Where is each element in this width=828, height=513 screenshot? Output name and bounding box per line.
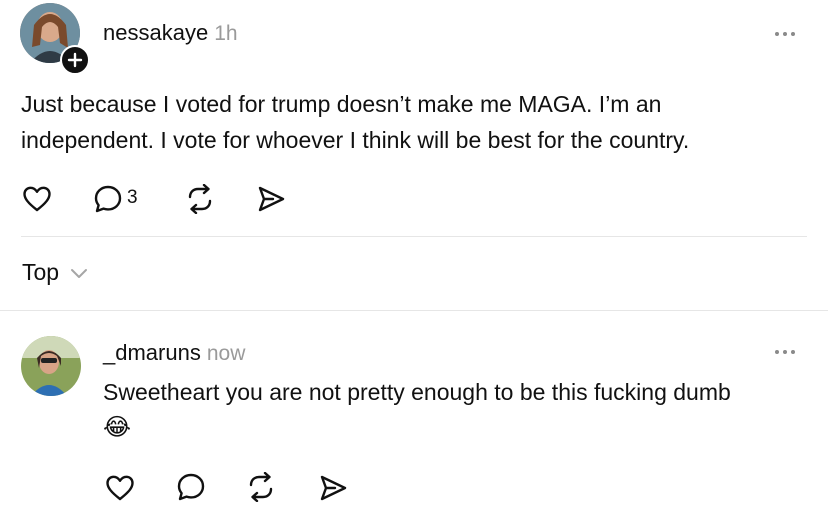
share-icon[interactable] bbox=[318, 474, 348, 502]
reply-more-icon[interactable] bbox=[775, 350, 795, 354]
divider bbox=[0, 310, 828, 311]
post-timestamp: 1h bbox=[214, 22, 238, 45]
like-icon[interactable] bbox=[105, 474, 135, 502]
repost-icon[interactable] bbox=[184, 184, 216, 214]
post-text-line-1: Just because I voted for trump doesn’t m… bbox=[21, 91, 662, 117]
sort-dropdown[interactable]: Top bbox=[22, 259, 89, 286]
reply-icon[interactable] bbox=[176, 472, 206, 502]
reply-icon[interactable] bbox=[93, 184, 123, 214]
post-text-line-2: independent. I vote for whoever I think … bbox=[21, 127, 690, 153]
reply-header: _dmaruns now bbox=[103, 340, 245, 366]
follow-plus-icon[interactable] bbox=[60, 45, 90, 75]
like-icon[interactable] bbox=[22, 185, 52, 213]
post-more-icon[interactable] bbox=[775, 32, 795, 36]
repost-icon[interactable] bbox=[245, 472, 277, 502]
chevron-down-icon bbox=[69, 259, 89, 286]
share-icon[interactable] bbox=[256, 185, 286, 213]
post-header: nessakaye 1h bbox=[103, 20, 238, 46]
post-username[interactable]: nessakaye bbox=[103, 20, 208, 45]
reply-username[interactable]: _dmaruns bbox=[103, 340, 201, 365]
reply-timestamp: now bbox=[206, 342, 246, 365]
avatar-photo bbox=[21, 336, 81, 396]
laughing-emoji: 😂 bbox=[103, 414, 132, 441]
reply-count: 3 bbox=[127, 187, 138, 208]
post-text: Just because I voted for trump doesn’t m… bbox=[21, 86, 689, 158]
avatar[interactable] bbox=[21, 336, 81, 396]
reply-text: Sweetheart you are not pretty enough to … bbox=[103, 379, 731, 405]
divider bbox=[21, 236, 807, 237]
sort-label: Top bbox=[22, 259, 60, 285]
